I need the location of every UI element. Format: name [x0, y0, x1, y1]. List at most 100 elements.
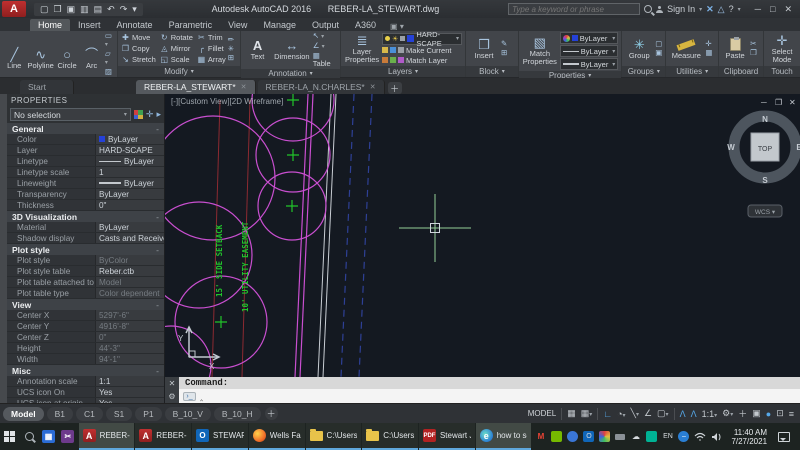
- autocad-logo-icon[interactable]: A: [2, 1, 26, 17]
- annotation-scale-button[interactable]: 1:1▾: [702, 409, 718, 419]
- explode-icon[interactable]: ✳: [228, 44, 234, 53]
- layout-tab-b1[interactable]: B1: [46, 406, 73, 421]
- layer-tool-icon[interactable]: [382, 57, 389, 63]
- layer-tool-icon[interactable]: [390, 57, 397, 63]
- cut-icon[interactable]: ✂: [750, 40, 757, 48]
- wrench-icon[interactable]: ⚙: [168, 392, 175, 401]
- undo-icon[interactable]: ↶: [107, 4, 115, 15]
- isometric-drafting-icon[interactable]: ╲▾: [631, 408, 639, 419]
- tab-view[interactable]: View: [220, 19, 255, 31]
- nvidia-tray-icon[interactable]: [551, 431, 563, 442]
- pickadd-toggle-icon[interactable]: ✛: [146, 109, 154, 120]
- palette-grip[interactable]: [0, 94, 7, 403]
- file-tab-ncharles[interactable]: REBER-LA_N.CHARLES* ✕: [257, 80, 385, 94]
- panel-title-layers[interactable]: Layers ▾: [341, 66, 466, 77]
- measure-button[interactable]: Measure: [669, 38, 703, 60]
- taskbar-button-outlook[interactable]: OSTEWART...: [192, 423, 248, 450]
- taskbar-clock[interactable]: 11:40 AM 7/27/2021: [727, 428, 771, 446]
- taskbar-button-folder-2[interactable]: C:\Users...: [362, 423, 418, 450]
- onedrive-cloud-icon[interactable]: ☁: [630, 431, 641, 442]
- make-current-button[interactable]: Make Current: [406, 46, 451, 55]
- new-tab-button[interactable]: ＋: [387, 82, 402, 94]
- model-space-indicator[interactable]: MODEL: [528, 409, 556, 418]
- taskbar-button-firefox[interactable]: Wells Far...: [248, 423, 305, 450]
- annotation-monitor-icon[interactable]: ＋: [738, 407, 747, 420]
- taskbar-button-autocad-1[interactable]: AREBER-L...: [78, 423, 135, 450]
- utility-line[interactable]: [340, 94, 355, 377]
- leader-icon[interactable]: ↖ ▾: [313, 32, 337, 41]
- match-layer-button[interactable]: Match Layer: [406, 56, 447, 65]
- block-editor-icon[interactable]: ⊞: [501, 49, 507, 57]
- select-mode-button[interactable]: ✛ Select Mode: [767, 33, 797, 64]
- panel-title-touch[interactable]: Touch: [764, 66, 800, 77]
- maximize-button[interactable]: □: [770, 4, 775, 15]
- taskbar-button-folder-1[interactable]: C:\Users\y...: [305, 423, 362, 450]
- create-block-icon[interactable]: ✎: [501, 40, 507, 48]
- snap-mode-icon[interactable]: ▦▾: [581, 408, 593, 419]
- object-snap-icon[interactable]: ▢▾: [657, 408, 669, 419]
- viewport-close-icon[interactable]: ✕: [789, 98, 796, 107]
- text-button[interactable]: A Text: [244, 39, 271, 61]
- battery-icon[interactable]: [615, 433, 626, 440]
- snip-tool-icon[interactable]: ✂: [58, 423, 77, 450]
- table-button[interactable]: ▦ Table: [313, 52, 337, 68]
- section-misc[interactable]: Misc -: [7, 365, 164, 376]
- array-button[interactable]: ▦ Array: [197, 54, 226, 65]
- object-color-dropdown[interactable]: ByLayer ▾: [559, 32, 619, 44]
- ellipse-icon[interactable]: ▱ ▾: [105, 50, 114, 67]
- property-value[interactable]: ByLayer: [95, 189, 164, 199]
- close-command-icon[interactable]: ✕: [169, 379, 176, 388]
- object-snap-tracking-icon[interactable]: ∠: [644, 408, 652, 419]
- panel-title-groups[interactable]: Groups ▾: [622, 66, 666, 77]
- viewport-minimize-icon[interactable]: ─: [760, 98, 767, 107]
- rotate-button[interactable]: ↻ Rotate: [160, 32, 193, 43]
- sign-in-button[interactable]: Sign In: [667, 4, 695, 14]
- property-value[interactable]: Reber.ctb: [95, 266, 164, 276]
- viewport-controls-label[interactable]: [-][Custom View][2D Wireframe]: [171, 97, 283, 106]
- panel-title-block[interactable]: Block ▾: [466, 66, 518, 77]
- model-space-viewport[interactable]: 15' SIDE SETBACK 10' UTILITY EASEMENT Y …: [165, 94, 800, 377]
- polar-tracking-icon[interactable]: ◔▾: [617, 409, 625, 419]
- layer-properties-button[interactable]: ≣ Layer Properties: [344, 33, 380, 64]
- trim-button[interactable]: ✂ Trim: [197, 32, 226, 43]
- group-button[interactable]: ✳ Group: [625, 37, 653, 60]
- layout-tab-c1[interactable]: C1: [75, 406, 103, 421]
- erase-icon[interactable]: ✏: [228, 35, 234, 44]
- new-icon[interactable]: ▢: [40, 4, 49, 15]
- line-button[interactable]: ╱ Line: [3, 47, 26, 70]
- command-input[interactable]: ›_ ‸: [179, 389, 800, 403]
- layout-tab-s1[interactable]: S1: [105, 406, 133, 421]
- wifi-icon[interactable]: [694, 432, 706, 442]
- panel-title-clipboard[interactable]: Clipboard: [719, 66, 763, 77]
- layer-tool-icon[interactable]: [390, 47, 397, 53]
- tab-a360[interactable]: A360: [347, 19, 384, 31]
- quick-select-icon[interactable]: ✛: [705, 40, 712, 48]
- property-value[interactable]: HARD-SCAPE: [95, 145, 164, 155]
- volume-icon[interactable]: [711, 432, 722, 442]
- tab-output[interactable]: Output: [304, 19, 347, 31]
- layer-tool-icon[interactable]: [398, 47, 405, 53]
- search-input[interactable]: [508, 3, 641, 15]
- polyline-button[interactable]: ∿ Polyline: [28, 47, 54, 70]
- property-value[interactable]: ByLayer: [95, 178, 164, 188]
- section-general[interactable]: General -: [7, 123, 164, 134]
- help-dropdown-icon[interactable]: ▾: [738, 6, 741, 13]
- viewcube[interactable]: TOP N S W E WCS ▾: [727, 110, 800, 218]
- exchange-apps-icon[interactable]: ✕: [706, 4, 714, 15]
- new-layout-button[interactable]: ＋: [264, 407, 278, 420]
- modify-extra-icon[interactable]: ⊞: [228, 53, 234, 62]
- layout-tab-b10h[interactable]: B_10_H: [213, 406, 261, 421]
- tab-parametric[interactable]: Parametric: [161, 19, 221, 31]
- section-view[interactable]: View -: [7, 299, 164, 310]
- property-value[interactable]: Yes: [95, 398, 164, 403]
- tab-annotate[interactable]: Annotate: [109, 19, 161, 31]
- circle-button[interactable]: ○ Circle: [56, 47, 79, 70]
- signin-dropdown-icon[interactable]: ▾: [699, 6, 702, 13]
- annotation-autoscale-icon[interactable]: Λ: [691, 409, 697, 419]
- property-value[interactable]: 0": [95, 200, 164, 210]
- copy-clip-icon[interactable]: ❐: [750, 49, 757, 57]
- arc-button[interactable]: ⌒ Arc: [80, 47, 103, 70]
- settings-tray-icon[interactable]: [567, 431, 579, 442]
- linetype-dropdown[interactable]: ByLayer ▾: [559, 45, 619, 57]
- close-tab-icon[interactable]: ✕: [370, 83, 376, 91]
